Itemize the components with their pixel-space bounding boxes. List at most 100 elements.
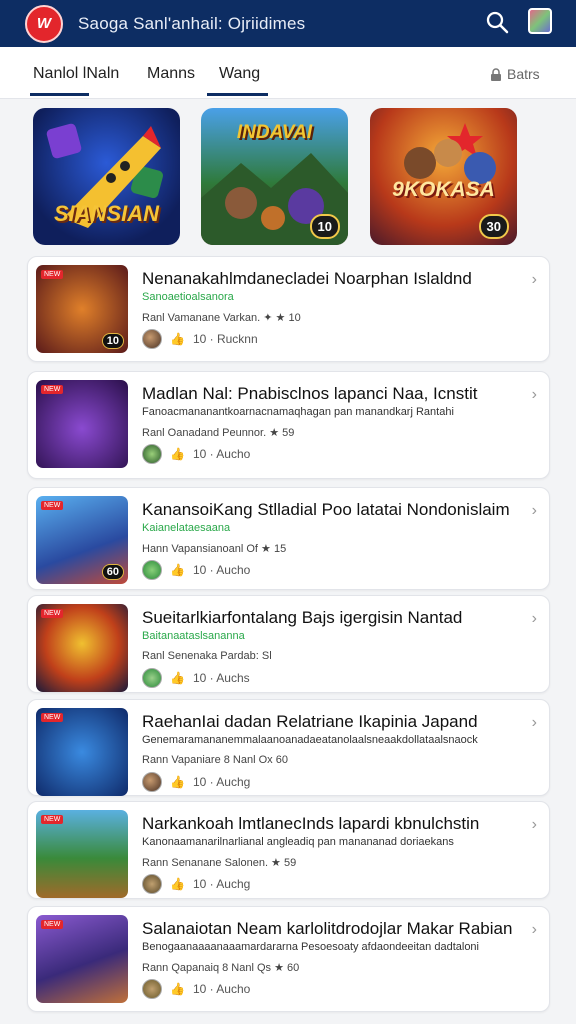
thumbs-up-icon[interactable]: 👍 <box>170 877 185 891</box>
card-footer-text: 10 · Aucho <box>192 982 251 996</box>
thumbs-up-icon[interactable]: 👍 <box>170 447 185 461</box>
thumb-tag: NEW <box>41 270 64 279</box>
card-footer: 👍 10 · Auchs <box>142 668 250 688</box>
card-footer-text: 10 · Auchs <box>192 671 250 685</box>
card-subtitle: Fanoacmananantkoarnacnamaqhagan pan mana… <box>142 406 454 418</box>
card-footer-text: 10 · Aucho <box>192 447 251 461</box>
avatar <box>142 772 162 792</box>
featured-tile-2[interactable]: INDAVAI 10 <box>201 108 348 245</box>
tab-manns[interactable]: Manns <box>147 65 195 83</box>
avatar <box>142 874 162 894</box>
card-subtitle: Kaianelataesaana <box>142 522 231 534</box>
card-footer-text: 10 · Rucknn <box>192 332 258 346</box>
card-meta: Ranl Vamanane Varkan. ✦ ★ 10 <box>142 312 301 324</box>
game-thumbnail: NEW 10 <box>36 265 128 353</box>
app-logo[interactable]: W <box>25 4 63 43</box>
logo-text: W <box>36 15 52 32</box>
tab-indicator-wang <box>207 93 268 96</box>
card-subtitle: Baitanaataslsananna <box>142 630 245 642</box>
user-avatar[interactable] <box>528 8 552 34</box>
tab-indicator-main <box>30 93 89 96</box>
card-footer: 👍 10 · Aucho <box>142 560 250 580</box>
thumb-tag: NEW <box>41 815 64 824</box>
tab-side-label: Batrs <box>507 66 540 82</box>
featured-label-2: INDAVAI <box>236 122 313 143</box>
card-title: Madlan Nal: Pnabisclnos lapanci Naa, Icn… <box>142 384 478 403</box>
card-footer-text: 10 · Auchg <box>192 775 251 789</box>
card-footer: 👍 10 · Rucknn <box>142 329 258 349</box>
game-thumbnail: NEW <box>36 604 128 692</box>
card-subtitle: Benogaanaaaanaaamardararna Pesoesoaty af… <box>142 941 479 953</box>
card-subtitle: Kanonaamanarilnarlianal angleadiq pan ma… <box>142 836 454 848</box>
list-item[interactable]: NEW Salanaiotan Neam karlolitdrodojlar M… <box>27 906 550 1012</box>
chevron-right-icon[interactable]: › <box>532 816 537 834</box>
game-thumbnail: NEW <box>36 915 128 1003</box>
thumbs-up-icon[interactable]: 👍 <box>170 332 185 346</box>
game-thumbnail: NEW 60 <box>36 496 128 584</box>
tab-wang[interactable]: Wang <box>219 65 260 83</box>
chevron-right-icon[interactable]: › <box>532 714 537 732</box>
featured-tile-3[interactable]: 9KOKASA 30 <box>370 108 517 245</box>
card-title: Nenanakahlmdanecladei Noarphan Islaldnd <box>142 269 472 288</box>
thumb-tag: NEW <box>41 920 64 929</box>
featured-label-3: 9KOKASA <box>392 178 495 201</box>
thumbs-up-icon[interactable]: 👍 <box>170 775 185 789</box>
top-bar: W Saoga Sanl'anhail: Ojriidimes <box>0 0 576 47</box>
card-title: Narkankoah lmtlanecInds lapardi kbnulchs… <box>142 814 480 833</box>
thumb-tag: NEW <box>41 501 64 510</box>
card-title: KanansoiKang Stlladial Poo latatai Nondo… <box>142 500 510 519</box>
card-footer: 👍 10 · Auchg <box>142 772 250 792</box>
tab-bar: Nanlol lNaln Manns Wang Batrs <box>0 47 576 99</box>
card-footer: 👍 10 · Aucho <box>142 444 250 464</box>
lock-icon <box>491 67 501 81</box>
game-thumbnail: NEW <box>36 380 128 468</box>
card-footer-text: 10 · Aucho <box>192 563 251 577</box>
card-title: Sueitarlkiarfontalang Bajs igergisin Nan… <box>142 608 463 627</box>
chevron-right-icon[interactable]: › <box>532 921 537 939</box>
app-title: Saoga Sanl'anhail: Ojriidimes <box>78 13 306 33</box>
avatar <box>142 668 162 688</box>
card-title: RaehanIai dadan Relatriane Ikapinia Japa… <box>142 712 478 731</box>
card-meta: Rann Senanane Salonen. ★ 59 <box>142 857 297 869</box>
game-thumbnail: NEW <box>36 810 128 898</box>
card-footer: 👍 10 · Aucho <box>142 979 250 999</box>
list-item[interactable]: NEW RaehanIai dadan Relatriane Ikapinia … <box>27 699 550 796</box>
card-subtitle: Genemaramananemmalaanoanadaeatanolaalsne… <box>142 734 478 746</box>
avatar <box>142 560 162 580</box>
thumb-tag: NEW <box>41 609 64 618</box>
chevron-right-icon[interactable]: › <box>532 610 537 628</box>
card-meta: Rann Vapaniare 8 Nanl Ox 60 <box>142 754 288 766</box>
card-meta: Ranl Senenaka Pardab: Sl <box>142 650 272 662</box>
chevron-right-icon[interactable]: › <box>532 502 537 520</box>
thumb-badge: 60 <box>101 564 124 580</box>
search-icon[interactable] <box>485 10 509 34</box>
list-item[interactable]: NEW Madlan Nal: Pnabisclnos lapanci Naa,… <box>27 371 550 479</box>
tab-main[interactable]: Nanlol lNaln <box>33 65 119 83</box>
card-meta: Ranl Oanadand Peunnor. ★ 59 <box>142 427 295 439</box>
featured-label-1: SIANSIAN <box>53 201 160 226</box>
list-item[interactable]: NEW 10 Nenanakahlmdanecladei Noarphan Is… <box>27 256 550 362</box>
card-meta: Rann Qapanaiq 8 Nanl Qs ★ 60 <box>142 962 300 974</box>
featured-tile-1[interactable]: SIANSIAN <box>33 108 180 245</box>
thumb-tag: NEW <box>41 385 64 394</box>
avatar <box>142 329 162 349</box>
chevron-right-icon[interactable]: › <box>532 271 537 289</box>
featured-badge-3: 30 <box>478 214 509 239</box>
tab-side-link[interactable]: Batrs <box>490 66 540 82</box>
avatar <box>142 979 162 999</box>
card-footer-text: 10 · Auchg <box>192 877 251 891</box>
card-footer: 👍 10 · Auchg <box>142 874 250 894</box>
thumb-tag: NEW <box>41 713 64 722</box>
game-thumbnail: NEW <box>36 708 128 796</box>
list-item[interactable]: NEW Sueitarlkiarfontalang Bajs igergisin… <box>27 595 550 693</box>
chevron-right-icon[interactable]: › <box>532 386 537 404</box>
list-item[interactable]: NEW 60 KanansoiKang Stlladial Poo latata… <box>27 487 550 590</box>
thumbs-up-icon[interactable]: 👍 <box>170 982 185 996</box>
list-item[interactable]: NEW Narkankoah lmtlanecInds lapardi kbnu… <box>27 801 550 899</box>
card-subtitle: Sanoaetioalsanora <box>142 291 234 303</box>
thumbs-up-icon[interactable]: 👍 <box>170 671 185 685</box>
thumbs-up-icon[interactable]: 👍 <box>170 563 185 577</box>
card-meta: Hann Vapansianoanl Of ★ 15 <box>142 543 287 555</box>
featured-badge-2: 10 <box>309 214 340 239</box>
thumb-badge: 10 <box>101 333 124 349</box>
